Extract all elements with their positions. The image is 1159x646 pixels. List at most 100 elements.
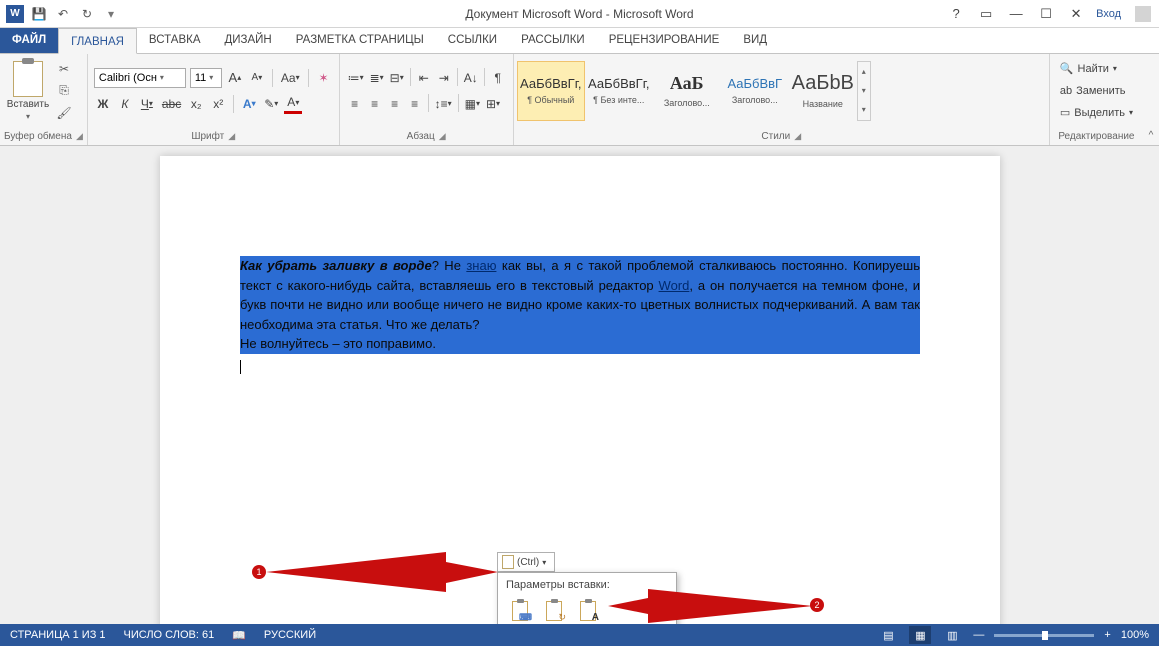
doc-text-1: ? Не: [432, 258, 467, 273]
show-marks-icon[interactable]: ¶: [489, 68, 507, 88]
format-painter-icon[interactable]: 🖌: [54, 104, 74, 122]
tab-mailings[interactable]: РАССЫЛКИ: [509, 27, 597, 53]
styles-scroll[interactable]: ▴▾▾: [857, 61, 871, 121]
numbering-icon[interactable]: ≣▾: [368, 68, 386, 88]
redo-icon[interactable]: ↻: [78, 5, 96, 23]
find-button[interactable]: 🔍Найти▾: [1060, 59, 1133, 78]
shading-icon[interactable]: ▦▾: [463, 94, 482, 114]
paste-button[interactable]: Вставить ▾: [6, 61, 50, 121]
tab-insert[interactable]: ВСТАВКА: [137, 27, 213, 53]
tab-view[interactable]: ВИД: [731, 27, 779, 53]
styles-gallery: АаБбВвГг,¶ Обычный АаБбВвГг,¶ Без инте..…: [517, 59, 871, 123]
paste-ctrl-label: (Ctrl): [517, 557, 539, 568]
align-left-icon[interactable]: ≡: [346, 94, 364, 114]
font-launcher-icon[interactable]: ◢: [228, 131, 235, 142]
strikethrough-button[interactable]: abc: [160, 94, 183, 114]
text-cursor: [240, 360, 241, 374]
clipboard-launcher-icon[interactable]: ◢: [76, 131, 83, 142]
paste-text-only[interactable]: A: [574, 597, 602, 624]
close-icon[interactable]: ✕: [1066, 4, 1086, 24]
window-title: Документ Microsoft Word - Microsoft Word: [465, 7, 693, 21]
grow-font-icon[interactable]: A▴: [226, 68, 244, 88]
undo-icon[interactable]: ↶: [54, 5, 72, 23]
multilevel-icon[interactable]: ⊟▾: [388, 68, 406, 88]
font-size-combo[interactable]: 11▾: [190, 68, 222, 88]
doc-question: Как убрать заливку в ворде: [240, 258, 432, 273]
underline-button[interactable]: Ч▾: [138, 94, 156, 114]
decrease-indent-icon[interactable]: ⇤: [415, 68, 433, 88]
align-center-icon[interactable]: ≡: [366, 94, 384, 114]
tab-layout[interactable]: РАЗМЕТКА СТРАНИЦЫ: [284, 27, 436, 53]
paste-keep-source[interactable]: ⌨: [506, 597, 534, 624]
zoom-out-icon[interactable]: —: [973, 629, 984, 641]
callout-1: 1: [252, 565, 266, 579]
change-case-icon[interactable]: Aa▾: [279, 68, 302, 88]
group-styles-label: Стили: [761, 131, 790, 142]
status-bar: СТРАНИЦА 1 ИЗ 1 ЧИСЛО СЛОВ: 61 📖 РУССКИЙ…: [0, 624, 1159, 646]
avatar-icon[interactable]: [1135, 6, 1151, 22]
sort-icon[interactable]: A↓: [462, 68, 480, 88]
group-font-label: Шрифт: [191, 131, 224, 142]
login-link[interactable]: Вход: [1096, 8, 1121, 20]
justify-icon[interactable]: ≡: [406, 94, 424, 114]
collapse-ribbon-icon[interactable]: ^: [1143, 54, 1159, 145]
style-normal[interactable]: АаБбВвГг,¶ Обычный: [517, 61, 585, 121]
zoom-in-icon[interactable]: +: [1104, 629, 1110, 641]
font-color-icon[interactable]: A▾: [284, 94, 302, 114]
status-page[interactable]: СТРАНИЦА 1 ИЗ 1: [10, 629, 106, 641]
style-title[interactable]: АаБbВНазвание: [789, 61, 857, 121]
replace-button[interactable]: abЗаменить: [1060, 81, 1133, 100]
style-no-spacing[interactable]: АаБбВвГг,¶ Без инте...: [585, 61, 653, 121]
qat-customize-icon[interactable]: ▾: [102, 5, 120, 23]
tab-file[interactable]: ФАЙЛ: [0, 27, 58, 53]
cut-icon[interactable]: ✂: [54, 60, 74, 78]
font-name-combo[interactable]: Calibri (Осн▾: [94, 68, 186, 88]
view-print-icon[interactable]: ▦: [909, 626, 931, 644]
style-heading2[interactable]: АаБбВвГЗаголово...: [721, 61, 789, 121]
status-proofing-icon[interactable]: 📖: [232, 629, 246, 642]
zoom-value[interactable]: 100%: [1121, 629, 1149, 641]
zoom-slider[interactable]: [994, 634, 1094, 637]
italic-button[interactable]: К: [116, 94, 134, 114]
tab-review[interactable]: РЕЦЕНЗИРОВАНИЕ: [597, 27, 732, 53]
view-read-icon[interactable]: ▤: [877, 626, 899, 644]
increase-indent-icon[interactable]: ⇥: [435, 68, 453, 88]
arrow-1: [266, 550, 501, 600]
doc-link-word: Word: [659, 278, 690, 293]
maximize-icon[interactable]: ☐: [1036, 4, 1056, 24]
text-effects-icon[interactable]: A▾: [240, 94, 258, 114]
borders-icon[interactable]: ⊞▾: [484, 94, 502, 114]
group-paragraph: ≔▾ ≣▾ ⊟▾ ⇤ ⇥ A↓ ¶ ≡ ≡ ≡ ≡ ↕≡: [340, 54, 514, 145]
bold-button[interactable]: Ж: [94, 94, 112, 114]
paste-merge-format[interactable]: ↻: [540, 597, 568, 624]
highlight-icon[interactable]: ✎▾: [262, 94, 280, 114]
group-font: Calibri (Осн▾ 11▾ A▴ A▾ Aa▾ ✶ Ж К Ч▾ abc…: [88, 54, 340, 145]
status-language[interactable]: РУССКИЙ: [264, 629, 316, 641]
paragraph-launcher-icon[interactable]: ◢: [439, 131, 446, 142]
tab-design[interactable]: ДИЗАЙН: [213, 27, 284, 53]
ribbon-display-icon[interactable]: ▭: [976, 4, 996, 24]
save-icon[interactable]: 💾: [30, 5, 48, 23]
bullets-icon[interactable]: ≔▾: [346, 68, 366, 88]
status-words[interactable]: ЧИСЛО СЛОВ: 61: [124, 629, 215, 641]
view-web-icon[interactable]: ▥: [941, 626, 963, 644]
select-button[interactable]: ▭Выделить▾: [1060, 103, 1133, 122]
minimize-icon[interactable]: —: [1006, 4, 1026, 24]
group-clipboard: Вставить ▾ ✂ ⎘ 🖌 Буфер обмена ◢: [0, 54, 88, 145]
help-icon[interactable]: ?: [946, 4, 966, 24]
selected-text[interactable]: Как убрать заливку в ворде? Не знаю как …: [240, 256, 920, 354]
subscript-button[interactable]: x₂: [187, 94, 205, 114]
paste-options-button[interactable]: (Ctrl) ▾: [497, 552, 555, 572]
superscript-button[interactable]: x²: [209, 94, 227, 114]
align-right-icon[interactable]: ≡: [386, 94, 404, 114]
line-spacing-icon[interactable]: ↕≡▾: [433, 94, 454, 114]
tab-home[interactable]: ГЛАВНАЯ: [58, 28, 137, 54]
copy-icon[interactable]: ⎘: [54, 82, 74, 100]
clear-formatting-icon[interactable]: ✶: [315, 68, 333, 88]
paste-icon: [13, 61, 43, 97]
tab-references[interactable]: ССЫЛКИ: [436, 27, 509, 53]
styles-launcher-icon[interactable]: ◢: [794, 131, 801, 142]
style-heading1[interactable]: АаБЗаголово...: [653, 61, 721, 121]
group-clipboard-label: Буфер обмена: [4, 131, 72, 142]
shrink-font-icon[interactable]: A▾: [248, 68, 266, 88]
